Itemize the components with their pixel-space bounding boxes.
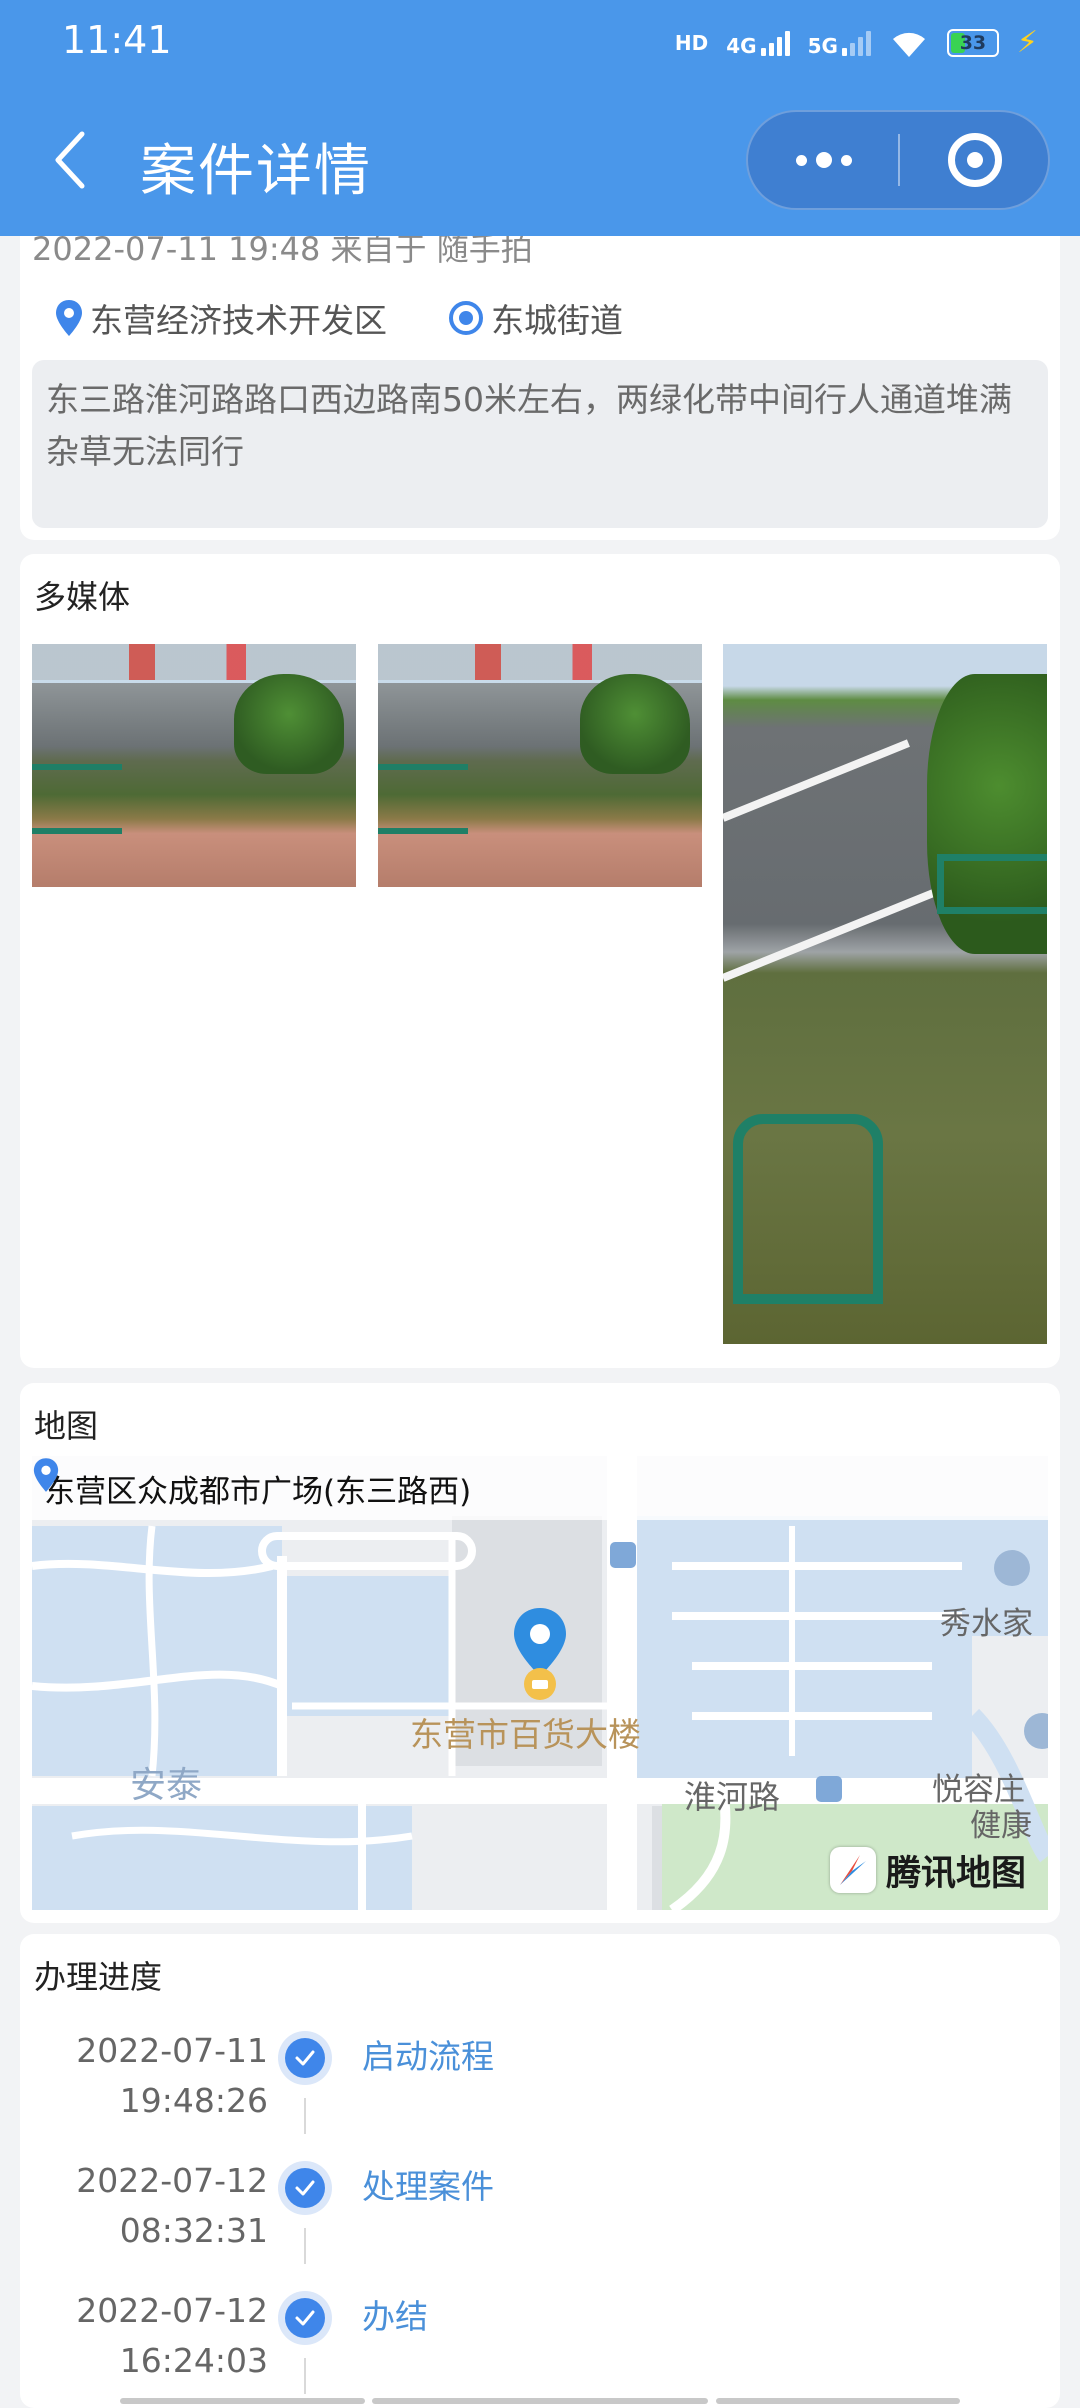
map-title: 地图 <box>34 1407 99 1445</box>
timeline-step: 2022-07-11 19:48:26 启动流程 <box>20 2026 1060 2156</box>
location-pin-icon <box>56 300 82 336</box>
target-location-icon <box>449 301 483 335</box>
map-marker-icon <box>510 1606 570 1702</box>
map-card: 地图 东营区众成都市广场(东三路西) 东营市百货大楼 安泰 淮河路 秀水家 悦容… <box>20 1383 1060 1923</box>
scroll-indicator <box>716 2398 960 2404</box>
media-title: 多媒体 <box>34 578 131 616</box>
progress-title: 办理进度 <box>34 1958 163 1996</box>
progress-card: 办理进度 2022-07-11 19:48:26 启动流程 2022-07-12… <box>20 1934 1060 2408</box>
step-date: 2022-07-12 <box>76 2291 268 2330</box>
step-date: 2022-07-11 <box>76 2031 268 2070</box>
map-address-bar: 东营区众成都市广场(东三路西) <box>32 1456 1048 1520</box>
scroll-indicator <box>120 2398 365 2404</box>
step-time: 08:32:31 <box>119 2211 268 2250</box>
media-card: 多媒体 <box>20 554 1060 1368</box>
app-header: 11:41 HD 4G 5G 33 ⚡ 案件详情 <box>0 0 1080 236</box>
timeline-step: 2022-07-12 16:24:03 办结 <box>20 2286 1060 2408</box>
map-provider-logo: 腾讯地图 <box>829 1842 1026 1898</box>
check-icon <box>278 2291 332 2345</box>
charging-icon: ⚡ <box>1016 25 1038 60</box>
wifi-icon <box>892 32 925 57</box>
map-poi-main: 东营市百货大楼 <box>410 1715 641 1754</box>
tencent-map-icon <box>829 1847 876 1893</box>
signal-5g-icon: 5G <box>808 30 871 56</box>
step-label[interactable]: 启动流程 <box>362 2032 494 2082</box>
scroll-indicator <box>372 2398 708 2404</box>
timeline-connector <box>304 2358 306 2394</box>
map-label-xiushui: 秀水家 <box>940 1606 1033 1642</box>
map-label-road: 淮河路 <box>684 1778 781 1816</box>
step-date: 2022-07-12 <box>76 2161 268 2200</box>
back-button[interactable] <box>40 120 100 200</box>
media-photo-1[interactable] <box>32 644 356 887</box>
step-time: 16:24:03 <box>119 2341 268 2380</box>
step-label[interactable]: 处理案件 <box>362 2162 494 2212</box>
timeline-step: 2022-07-12 08:32:31 处理案件 <box>20 2156 1060 2286</box>
media-photo-3[interactable] <box>723 644 1047 1344</box>
location-pin-icon <box>33 1458 59 1492</box>
step-label[interactable]: 办结 <box>362 2292 428 2342</box>
case-description: 东三路淮河路路口西边路南50米左右，两绿化带中间行人通道堆满杂草无法同行 <box>32 360 1048 528</box>
signal-4g-icon: 4G <box>726 30 790 56</box>
district-tag: 东营经济技术开发区 <box>54 294 387 342</box>
check-icon <box>278 2161 332 2215</box>
media-photo-2[interactable] <box>378 644 702 887</box>
case-info-card: 2022-07-11 19:48 来自于 随手拍 东营经济技术开发区 东城街道 … <box>20 200 1060 540</box>
street-tag: 东城街道 <box>447 294 623 342</box>
step-time: 19:48:26 <box>119 2081 268 2120</box>
page-title: 案件详情 <box>140 139 372 204</box>
timeline-connector <box>304 2098 306 2134</box>
hd-icon: HD <box>674 31 709 55</box>
check-icon <box>278 2031 332 2085</box>
location-row: 东营经济技术开发区 东城街道 <box>32 292 683 344</box>
target-close-icon <box>948 133 1002 187</box>
timeline-connector <box>304 2228 306 2264</box>
more-dots-icon <box>796 154 807 166</box>
battery-icon: 33 <box>946 29 999 57</box>
map-view[interactable]: 东营区众成都市广场(东三路西) 东营市百货大楼 安泰 淮河路 秀水家 悦容庄 健… <box>32 1456 1048 1910</box>
status-time: 11:41 <box>62 18 172 62</box>
status-bar: 11:41 HD 4G 5G 33 ⚡ <box>0 0 1080 86</box>
mini-program-capsule <box>746 110 1050 210</box>
more-button[interactable] <box>748 112 900 208</box>
map-label-jiankang: 健康 <box>970 1808 1032 1844</box>
chevron-left-icon <box>55 131 85 189</box>
status-icons: HD 4G 5G 33 ⚡ <box>675 22 1038 64</box>
close-button[interactable] <box>900 112 1050 208</box>
map-address: 东营区众成都市广场(东三路西) <box>44 1473 472 1510</box>
map-label-antai: 安泰 <box>130 1765 203 1806</box>
